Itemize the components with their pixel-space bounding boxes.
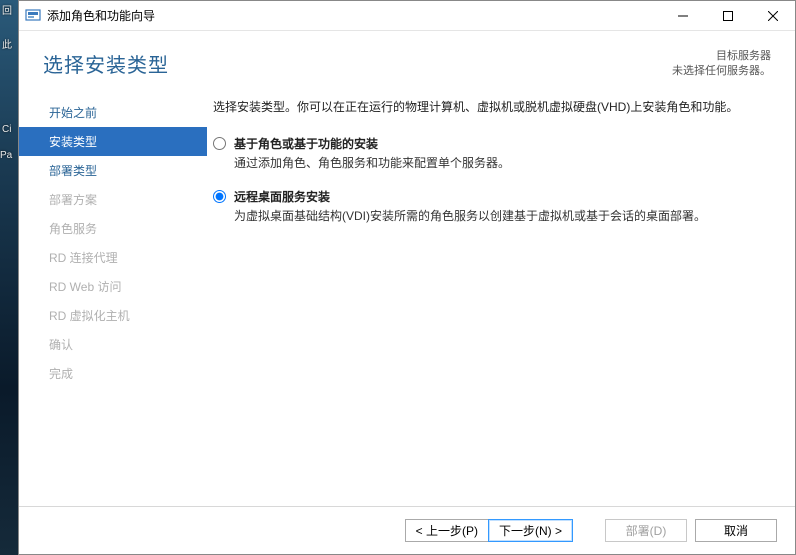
option-body: 基于角色或基于功能的安装 通过添加角色、角色服务和功能来配置单个服务器。 bbox=[234, 135, 767, 172]
server-manager-icon bbox=[25, 8, 41, 24]
option-description: 通过添加角色、角色服务和功能来配置单个服务器。 bbox=[234, 154, 767, 172]
maximize-icon bbox=[723, 11, 733, 21]
cancel-button[interactable]: 取消 bbox=[695, 519, 777, 542]
option-remote-desktop[interactable]: 远程桌面服务安装 为虚拟桌面基础结构(VDI)安装所需的角色服务以创建基于虚拟机… bbox=[213, 188, 767, 225]
content-intro: 选择安装类型。你可以在正在运行的物理计算机、虚拟机或脱机虚拟硬盘(VHD)上安装… bbox=[213, 98, 767, 117]
option-body: 远程桌面服务安装 为虚拟桌面基础结构(VDI)安装所需的角色服务以创建基于虚拟机… bbox=[234, 188, 767, 225]
option-role-based[interactable]: 基于角色或基于功能的安装 通过添加角色、角色服务和功能来配置单个服务器。 bbox=[213, 135, 767, 172]
nav-rd-web-access: RD Web 访问 bbox=[19, 272, 207, 301]
nav-confirmation: 确认 bbox=[19, 330, 207, 359]
wizard-nav: 开始之前 安装类型 部署类型 部署方案 角色服务 RD 连接代理 RD Web … bbox=[19, 94, 207, 499]
deploy-button: 部署(D) bbox=[605, 519, 687, 542]
window-controls bbox=[660, 1, 795, 30]
radio-remote-desktop[interactable] bbox=[213, 190, 226, 203]
content-pane: 选择安装类型。你可以在正在运行的物理计算机、虚拟机或脱机虚拟硬盘(VHD)上安装… bbox=[207, 94, 795, 499]
nav-deployment-scenario: 部署方案 bbox=[19, 185, 207, 214]
minimize-button[interactable] bbox=[660, 1, 705, 30]
nav-role-services: 角色服务 bbox=[19, 214, 207, 243]
bg-text: Ci bbox=[2, 124, 11, 135]
window-title: 添加角色和功能向导 bbox=[47, 7, 155, 24]
bg-text: 此 bbox=[2, 40, 12, 51]
nav-rd-virtualization-host: RD 虚拟化主机 bbox=[19, 301, 207, 330]
bg-text: Pa bbox=[0, 150, 12, 161]
nav-before-you-begin[interactable]: 开始之前 bbox=[19, 98, 207, 127]
body: 开始之前 安装类型 部署类型 部署方案 角色服务 RD 连接代理 RD Web … bbox=[19, 94, 795, 499]
titlebar: 添加角色和功能向导 bbox=[19, 1, 795, 31]
previous-button[interactable]: < 上一步(P) bbox=[405, 519, 488, 542]
nav-installation-type[interactable]: 安装类型 bbox=[19, 127, 207, 156]
wizard-window: 添加角色和功能向导 选择安装类型 目标服务器 未选择任何服务器。 开始之前 安装… bbox=[18, 0, 796, 555]
destination-label: 目标服务器 bbox=[672, 49, 771, 64]
nav-deployment-type[interactable]: 部署类型 bbox=[19, 156, 207, 185]
nav-rd-connection-broker: RD 连接代理 bbox=[19, 243, 207, 272]
minimize-icon bbox=[678, 11, 688, 21]
nav-completion: 完成 bbox=[19, 359, 207, 388]
close-icon bbox=[768, 11, 778, 21]
background-fragment: 回 此 Ci Pa bbox=[0, 0, 18, 555]
destination-status: 未选择任何服务器。 bbox=[672, 64, 771, 79]
maximize-button[interactable] bbox=[705, 1, 750, 30]
radio-role-based[interactable] bbox=[213, 137, 226, 150]
wizard-footer: < 上一步(P) 下一步(N) > 部署(D) 取消 bbox=[19, 506, 795, 554]
page-title: 选择安装类型 bbox=[43, 49, 169, 78]
destination-info: 目标服务器 未选择任何服务器。 bbox=[672, 49, 771, 80]
option-title: 远程桌面服务安装 bbox=[234, 188, 767, 205]
option-description: 为虚拟桌面基础结构(VDI)安装所需的角色服务以创建基于虚拟机或基于会话的桌面部… bbox=[234, 207, 767, 225]
option-title: 基于角色或基于功能的安装 bbox=[234, 135, 767, 152]
header: 选择安装类型 目标服务器 未选择任何服务器。 bbox=[19, 31, 795, 94]
close-button[interactable] bbox=[750, 1, 795, 30]
nav-button-group: < 上一步(P) 下一步(N) > bbox=[405, 519, 573, 542]
next-button[interactable]: 下一步(N) > bbox=[488, 519, 573, 542]
bg-text: 回 bbox=[2, 6, 12, 17]
